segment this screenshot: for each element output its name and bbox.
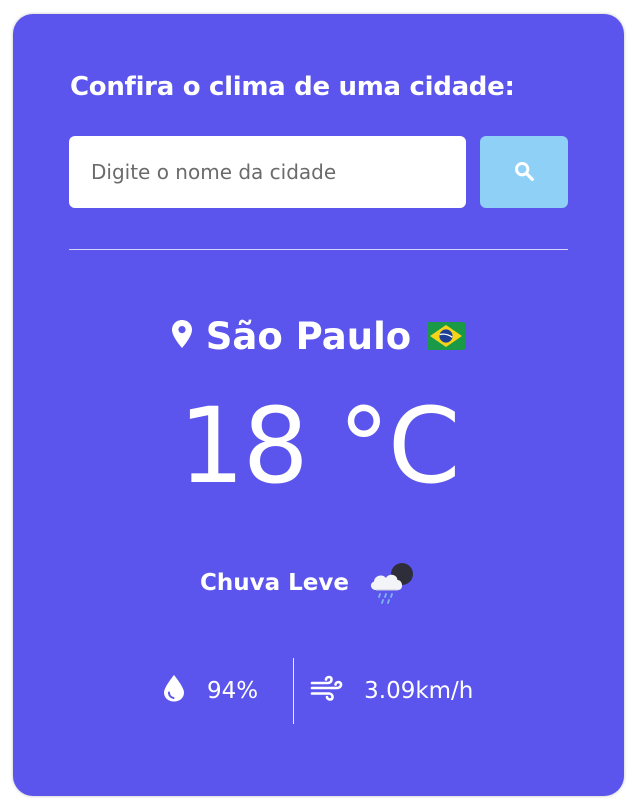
wind-icon	[310, 675, 344, 707]
brazil-flag-icon	[427, 322, 466, 350]
temperature-value: 18 °C	[178, 385, 460, 507]
details-divider	[293, 658, 295, 724]
page-title: Confira o clima de uma cidade:	[70, 72, 515, 102]
weather-card: Confira o clima de uma cidade: São Paulo	[13, 14, 624, 796]
weather-details: 94% 3.09km/h	[163, 657, 473, 725]
search-icon	[513, 160, 535, 185]
humidity-value: 94%	[207, 678, 259, 704]
humidity-detail: 94%	[163, 674, 258, 708]
weather-condition: Chuva Leve	[200, 561, 419, 605]
droplet-icon	[163, 674, 185, 708]
map-pin-icon	[171, 320, 192, 352]
divider	[69, 249, 568, 250]
search-button[interactable]	[480, 136, 568, 208]
light-rain-icon	[367, 559, 419, 607]
wind-speed-value: 3.09km/h	[364, 678, 474, 704]
wind-detail: 3.09km/h	[310, 675, 473, 707]
city-search-input[interactable]	[69, 136, 466, 208]
location-row: São Paulo	[13, 312, 624, 360]
city-name: São Paulo	[205, 314, 412, 358]
weather-description: Chuva Leve	[200, 570, 349, 596]
